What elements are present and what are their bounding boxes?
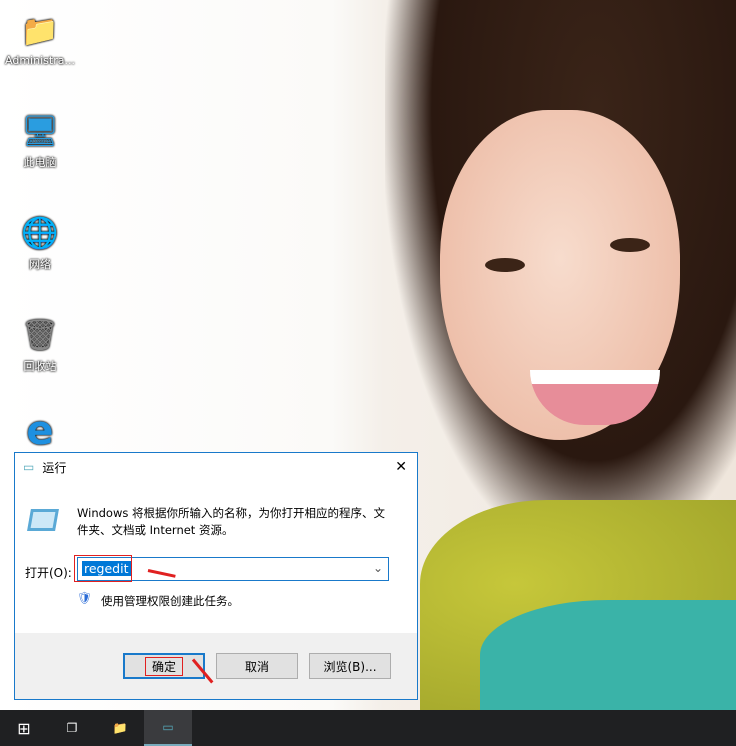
taskbar: ⊞ ❐ 📁 ▭ [0, 710, 736, 746]
user-folder-icon: 📁 [21, 13, 59, 49]
description-text: Windows 将根据你所输入的名称，为你打开相应的程序、文件夹、文档或 Int… [77, 506, 385, 537]
ok-button[interactable]: 确定 [123, 653, 205, 679]
desktop-icon-recycle-bin[interactable]: 🗑 回收站 [4, 316, 76, 374]
task-view-icon: ❐ [66, 721, 78, 735]
cancel-button[interactable]: 取消 [216, 653, 298, 679]
open-label: 打开(O): [25, 566, 72, 580]
browse-button[interactable]: 浏览(B)... [309, 653, 391, 679]
internet-explorer-icon: e [26, 408, 54, 454]
folder-icon: 📁 [112, 721, 128, 735]
chevron-down-icon[interactable]: ⌄ [373, 561, 383, 575]
task-view-button[interactable]: ❐ [48, 710, 96, 746]
recycle-bin-icon: 🗑 [20, 317, 60, 353]
run-dialog: ▭ 运行 ✕ Windows 将根据你所输入的名称，为你打开相应的程序、文件夹、… [14, 452, 418, 700]
start-button[interactable]: ⊞ [0, 710, 48, 746]
wallpaper-eye [485, 258, 525, 272]
dialog-title: 运行 [42, 460, 67, 475]
desktop-icon-ie[interactable]: e [4, 408, 76, 454]
title-bar: ▭ 运行 ✕ [15, 453, 417, 481]
desktop-icon-network[interactable]: 🌐 网络 [4, 214, 76, 272]
network-icon: 🌐 [21, 215, 59, 251]
run-icon: ▭ [23, 460, 35, 474]
admin-note: 使用管理权限创建此任务。 [101, 594, 239, 608]
annotation-box [74, 555, 132, 582]
run-large-icon [27, 509, 59, 531]
windows-icon: ⊞ [17, 718, 31, 738]
desktop-icon-administrator[interactable]: 📁 Administra... [4, 12, 76, 68]
file-explorer-button[interactable]: 📁 [96, 710, 144, 746]
close-button[interactable]: ✕ [395, 459, 407, 475]
dialog-body: Windows 将根据你所输入的名称，为你打开相应的程序、文件夹、文档或 Int… [15, 481, 417, 633]
shield-icon: 🛡 [77, 591, 93, 605]
desktop-icon-this-pc[interactable]: 🖥 此电脑 [4, 112, 76, 170]
computer-icon: 🖥 [20, 113, 60, 149]
open-combobox[interactable]: regedit ⌄ [74, 555, 389, 582]
wallpaper-shirt [480, 600, 736, 710]
run-icon: ▭ [162, 720, 174, 734]
run-taskbar-button[interactable]: ▭ [144, 710, 192, 746]
wallpaper-eye [610, 238, 650, 252]
